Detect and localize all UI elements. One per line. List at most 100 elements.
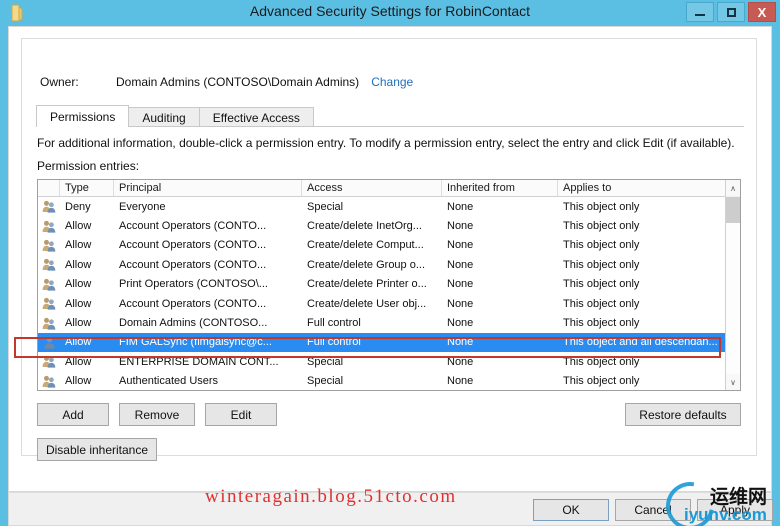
- minimize-button[interactable]: [686, 2, 714, 22]
- maximize-button[interactable]: [717, 2, 745, 22]
- owner-row: Owner: Domain Admins (CONTOSO\Domain Admi…: [40, 75, 413, 89]
- ok-button[interactable]: OK: [533, 499, 609, 521]
- cell-access: Create/delete User obj...: [307, 297, 427, 310]
- window-controls: X: [686, 2, 776, 22]
- cell-principal: Everyone: [119, 200, 166, 213]
- tab-effective-access[interactable]: Effective Access: [198, 107, 314, 127]
- cell-principal: Account Operators (CONTO...: [119, 258, 267, 271]
- table-row[interactable]: Allow Authenticated Users Special None This …: [38, 372, 740, 390]
- window-title: Advanced Security Settings for RobinCont…: [249, 3, 531, 19]
- cell-type: Allow: [65, 220, 92, 233]
- users-group-icon: [38, 375, 60, 388]
- minimize-icon: [695, 14, 705, 16]
- dialog-footer: OK Cancel Apply: [8, 492, 773, 526]
- cell-inherited-from: None: [447, 317, 474, 330]
- cell-type: Allow: [65, 375, 92, 388]
- cell-access: Full control: [307, 336, 361, 349]
- add-button[interactable]: Add: [37, 403, 109, 426]
- permission-entries-grid: Type Principal Access Inherited from App…: [37, 179, 741, 391]
- tab-auditing[interactable]: Auditing: [128, 107, 200, 127]
- cell-access: Create/delete Printer o...: [307, 278, 427, 291]
- table-row[interactable]: Deny Everyone Special None This object only: [38, 197, 740, 216]
- cell-access: Full control: [307, 317, 361, 330]
- column-header-inherited-from[interactable]: Inherited from: [442, 180, 558, 196]
- cell-access: Create/delete InetOrg...: [307, 220, 422, 233]
- tab-underline: [36, 126, 744, 127]
- cell-inherited-from: None: [447, 297, 474, 310]
- apply-button[interactable]: Apply: [697, 499, 773, 521]
- cell-principal: Authenticated Users: [119, 375, 219, 388]
- cell-inherited-from: None: [447, 375, 474, 388]
- cell-inherited-from: None: [447, 355, 474, 368]
- table-row[interactable]: Allow Print Operators (CONTOSO\... Create/…: [38, 275, 740, 294]
- cell-inherited-from: None: [447, 278, 474, 291]
- info-description: For additional information, double-click…: [37, 136, 735, 150]
- cell-access: Special: [307, 355, 344, 368]
- cell-type: Allow: [65, 258, 92, 271]
- cell-applies-to: This object only: [563, 278, 640, 291]
- single-user-icon: [38, 336, 60, 349]
- users-group-icon: [38, 297, 60, 310]
- edit-button[interactable]: Edit: [205, 403, 277, 426]
- cell-applies-to: This object only: [563, 239, 640, 252]
- cell-access: Special: [307, 375, 344, 388]
- owner-label: Owner:: [40, 75, 79, 89]
- cell-principal: Account Operators (CONTO...: [119, 297, 267, 310]
- scrollbar-track[interactable]: [726, 223, 740, 374]
- column-header-principal[interactable]: Principal: [114, 180, 302, 196]
- change-owner-link[interactable]: Change: [371, 75, 413, 89]
- remove-button[interactable]: Remove: [119, 403, 195, 426]
- table-row[interactable]: Allow Account Operators (CONTO... Create/d…: [38, 294, 740, 313]
- table-row[interactable]: Allow FIM GALSync (fimgalsync@c... Full co…: [38, 332, 740, 353]
- users-group-icon: [38, 220, 60, 233]
- column-header-access[interactable]: Access: [302, 180, 442, 196]
- table-row[interactable]: Allow Account Operators (CONTO... Create/d…: [38, 255, 740, 274]
- column-header-applies-to[interactable]: Applies to: [558, 180, 726, 196]
- table-row[interactable]: Allow Account Operators (CONTO... Create/d…: [38, 216, 740, 235]
- tab-permissions[interactable]: Permissions: [36, 105, 130, 127]
- table-row[interactable]: Allow Account Operators (CONTO... Create/d…: [38, 236, 740, 255]
- tab-bar: Permissions Auditing Effective Access: [36, 105, 314, 127]
- scroll-up-icon[interactable]: ∧: [726, 180, 740, 196]
- restore-defaults-button[interactable]: Restore defaults: [625, 403, 741, 426]
- close-button[interactable]: X: [748, 2, 776, 22]
- cell-inherited-from: None: [447, 220, 474, 233]
- column-header-icon[interactable]: [38, 180, 60, 196]
- grid-rows: Deny Everyone Special None This object only A…: [38, 197, 740, 390]
- cell-inherited-from: None: [447, 336, 474, 349]
- users-group-icon: [38, 258, 60, 271]
- cell-type: Allow: [65, 317, 92, 330]
- cell-principal: ENTERPRISE DOMAIN CONT...: [119, 355, 279, 368]
- cell-access: Special: [307, 200, 344, 213]
- table-row[interactable]: Allow Domain Admins (CONTOSO... Full contr…: [38, 313, 740, 332]
- disable-inheritance-button[interactable]: Disable inheritance: [37, 438, 157, 461]
- users-group-icon: [38, 317, 60, 330]
- grid-vertical-scrollbar[interactable]: ∧ ∨: [725, 180, 740, 390]
- maximize-icon: [726, 7, 736, 17]
- cell-applies-to: This object and all descendan...: [563, 336, 718, 349]
- cancel-button[interactable]: Cancel: [615, 499, 691, 521]
- cell-inherited-from: None: [447, 239, 474, 252]
- owner-value: Domain Admins (CONTOSO\Domain Admins): [116, 75, 360, 89]
- cell-principal: Account Operators (CONTO...: [119, 220, 267, 233]
- users-group-icon: [38, 200, 60, 213]
- cell-applies-to: This object only: [563, 375, 640, 388]
- scroll-down-icon[interactable]: ∨: [726, 374, 740, 390]
- cell-principal: Print Operators (CONTOSO\...: [119, 278, 268, 291]
- scrollbar-thumb[interactable]: [726, 197, 740, 223]
- cell-inherited-from: None: [447, 200, 474, 213]
- cell-applies-to: This object only: [563, 258, 640, 271]
- cell-type: Deny: [65, 200, 91, 213]
- cell-applies-to: This object only: [563, 355, 640, 368]
- cell-type: Allow: [65, 278, 92, 291]
- advanced-security-settings-window: Advanced Security Settings for RobinCont…: [0, 0, 780, 526]
- content-panel: Owner: Domain Admins (CONTOSO\Domain Admi…: [21, 38, 757, 461]
- cell-type: Allow: [65, 355, 92, 368]
- cell-type: Allow: [65, 239, 92, 252]
- cell-principal: Account Operators (CONTO...: [119, 239, 267, 252]
- cell-applies-to: This object only: [563, 200, 640, 213]
- table-row[interactable]: Allow ENTERPRISE DOMAIN CONT... Special Non…: [38, 352, 740, 371]
- column-header-type[interactable]: Type: [60, 180, 114, 196]
- cell-applies-to: This object only: [563, 297, 640, 310]
- cell-principal: FIM GALSync (fimgalsync@c...: [119, 336, 272, 349]
